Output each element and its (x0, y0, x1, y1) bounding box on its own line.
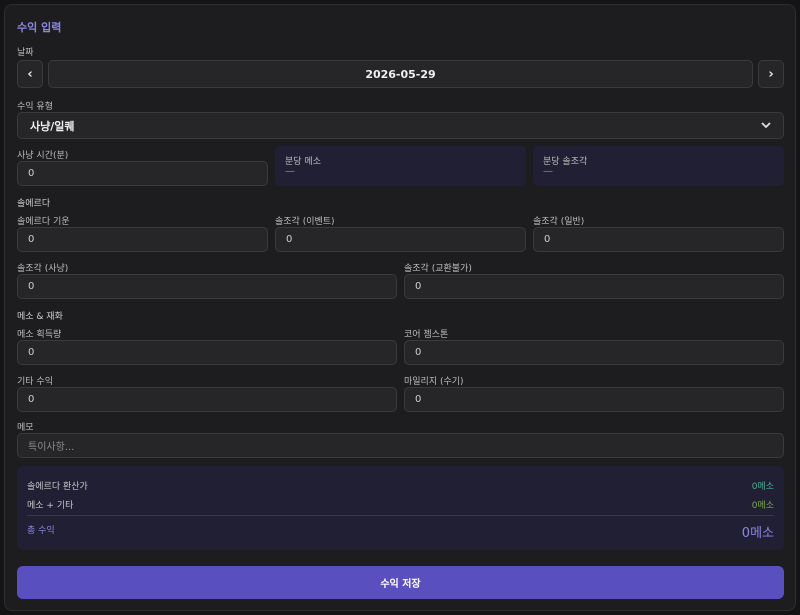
total-income-label: 총 수익 (27, 526, 55, 536)
prev-date-button[interactable]: ‹ (17, 60, 43, 88)
other-income-label: 기타 수익 (17, 377, 53, 387)
meso-goods-section-title: 메소 & 재화 (17, 312, 63, 322)
sol-normal-label: 솔조각 (일반) (533, 217, 585, 227)
sol-erda-gauge-input[interactable]: 0 (17, 227, 268, 252)
summary-divider (27, 515, 774, 516)
sol-per-min-label: 분당 솔조각 (543, 157, 588, 167)
sol-per-min-box: 분당 솔조각 — (533, 146, 784, 186)
date-display[interactable]: 2026-05-29 (48, 60, 753, 88)
chevron-left-icon: ‹ (27, 66, 33, 82)
meso-other-label: 메소 + 기타 (27, 501, 74, 511)
total-income-value: 0메소 (741, 526, 774, 541)
sol-converted-label: 솔에르다 환산가 (27, 482, 88, 492)
memo-label: 메모 (17, 423, 34, 433)
income-type-label: 수익 유형 (17, 102, 53, 112)
meso-gain-input[interactable]: 0 (17, 340, 397, 365)
income-summary: 솔에르다 환산가 0메소 메소 + 기타 0메소 총 수익 0메소 (17, 466, 784, 550)
sol-event-input[interactable]: 0 (275, 227, 526, 252)
mileage-input[interactable]: 0 (404, 387, 784, 412)
other-income-input[interactable]: 0 (17, 387, 397, 412)
core-gemstone-label: 코어 젬스톤 (404, 330, 449, 340)
next-date-button[interactable]: › (758, 60, 784, 88)
sol-erda-section-title: 솔에르다 (17, 199, 51, 209)
income-entry-panel: 수익 입력 날짜 ‹ 2026-05-29 › 수익 유형 사냥/일퀘 사냥 시… (4, 4, 796, 611)
income-type-selected: 사냥/일퀘 (30, 119, 75, 133)
sol-event-label: 솔조각 (이벤트) (275, 217, 335, 227)
sol-normal-input[interactable]: 0 (533, 227, 784, 252)
sol-converted-value: 0메소 (751, 482, 774, 492)
sol-untradable-input[interactable]: 0 (404, 274, 784, 299)
hunt-time-label: 사냥 시간(분) (17, 151, 69, 161)
mileage-label: 마일리지 (수기) (404, 377, 464, 387)
meso-per-min-label: 분당 메소 (285, 157, 321, 167)
meso-other-value: 0메소 (751, 501, 774, 511)
sol-per-min-value: — (543, 166, 553, 177)
meso-per-min-box: 분당 메소 — (275, 146, 526, 186)
sol-untradable-label: 솔조각 (교환불가) (404, 264, 472, 274)
panel-title: 수익 입력 (17, 21, 62, 34)
chevron-down-icon (761, 119, 771, 132)
chevron-right-icon: › (768, 66, 774, 82)
core-gemstone-input[interactable]: 0 (404, 340, 784, 365)
memo-input[interactable]: 특이사항... (17, 433, 784, 458)
meso-per-min-value: — (285, 166, 295, 177)
save-income-button[interactable]: 수익 저장 (17, 566, 784, 599)
meso-gain-label: 메소 획득량 (17, 330, 62, 340)
sol-hunt-input[interactable]: 0 (17, 274, 397, 299)
hunt-time-input[interactable]: 0 (17, 161, 268, 186)
sol-erda-gauge-label: 솔에르다 기운 (17, 217, 70, 227)
sol-hunt-label: 솔조각 (사냥) (17, 264, 69, 274)
date-label: 날짜 (17, 48, 34, 58)
income-type-select[interactable]: 사냥/일퀘 (17, 112, 784, 139)
